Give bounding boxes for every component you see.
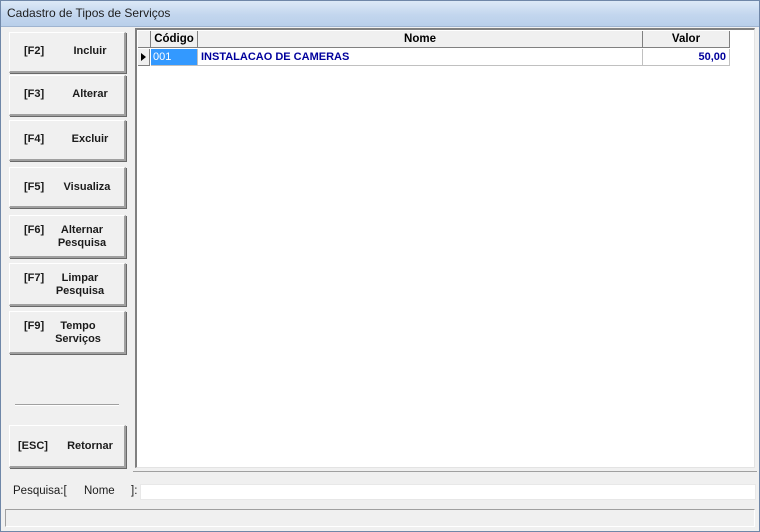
limpar-pesquisa-key: [F7] [24, 272, 45, 284]
pesquisa-label: Pesquisa [57, 237, 107, 249]
incluir-label: Incluir [73, 45, 107, 57]
incluir-button[interactable]: [F2] Incluir [9, 32, 126, 73]
separator [15, 404, 119, 406]
grid-divider [133, 471, 757, 472]
tempo-servicos-button[interactable]: [F9] Tempo Serviços [9, 311, 126, 354]
search-bar: Pesquisa:[ Nome ]: [7, 482, 756, 502]
retornar-key: [ESC] [18, 440, 48, 452]
visualiza-button[interactable]: [F5] Visualiza [9, 167, 126, 208]
excluir-label: Excluir [71, 133, 109, 145]
incluir-key: [F2] [24, 45, 45, 57]
alterar-key: [F3] [24, 88, 45, 100]
current-row-arrow-icon [141, 53, 146, 61]
servicos-label: Serviços [55, 333, 101, 345]
retornar-button[interactable]: [ESC] Retornar [9, 425, 126, 468]
column-header-valor[interactable]: Valor [643, 31, 730, 48]
tempo-label: Tempo [60, 320, 96, 332]
limpar-label: Limpar [61, 272, 99, 284]
column-header-nome[interactable]: Nome [198, 31, 643, 48]
search-input[interactable] [140, 484, 756, 500]
search-prefix-label: Pesquisa:[ [13, 485, 67, 497]
search-suffix-label: ]: [131, 485, 138, 497]
excluir-button[interactable]: [F4] Excluir [9, 120, 126, 161]
cell-nome[interactable]: INSTALACAO DE CAMERAS [198, 49, 643, 66]
visualiza-key: [F5] [24, 181, 45, 193]
services-grid[interactable]: Código Nome Valor 001 INSTALACAO DE CAME… [135, 28, 755, 468]
column-header-codigo[interactable]: Código [151, 31, 198, 48]
alterar-button[interactable]: [F3] Alterar [9, 75, 126, 116]
retornar-label: Retornar [67, 440, 113, 452]
alternar-pesquisa-button[interactable]: [F6] Alternar Pesquisa [9, 215, 126, 258]
client-area: [F2] Incluir [F3] Alterar [F4] Excluir [… [3, 27, 757, 529]
window-title: Cadastro de Tipos de Serviços [7, 6, 171, 20]
title-bar[interactable]: Cadastro de Tipos de Serviços [1, 1, 759, 27]
pesquisa-label-2: Pesquisa [55, 285, 105, 297]
alternar-pesquisa-key: [F6] [24, 224, 45, 236]
limpar-pesquisa-button[interactable]: [F7] Limpar Pesquisa [9, 263, 126, 306]
grid-corner [138, 31, 151, 48]
visualiza-label: Visualiza [63, 181, 111, 193]
tempo-servicos-key: [F9] [24, 320, 45, 332]
alterar-label: Alterar [72, 88, 108, 100]
cell-valor[interactable]: 50,00 [643, 49, 730, 66]
search-field-label: Nome [84, 485, 115, 497]
app-window: Cadastro de Tipos de Serviços [F2] Inclu… [0, 0, 760, 532]
excluir-key: [F4] [24, 133, 45, 145]
row-indicator [138, 49, 150, 66]
status-bar [5, 509, 755, 527]
alternar-label: Alternar [60, 224, 104, 236]
cell-codigo[interactable]: 001 [151, 49, 198, 66]
